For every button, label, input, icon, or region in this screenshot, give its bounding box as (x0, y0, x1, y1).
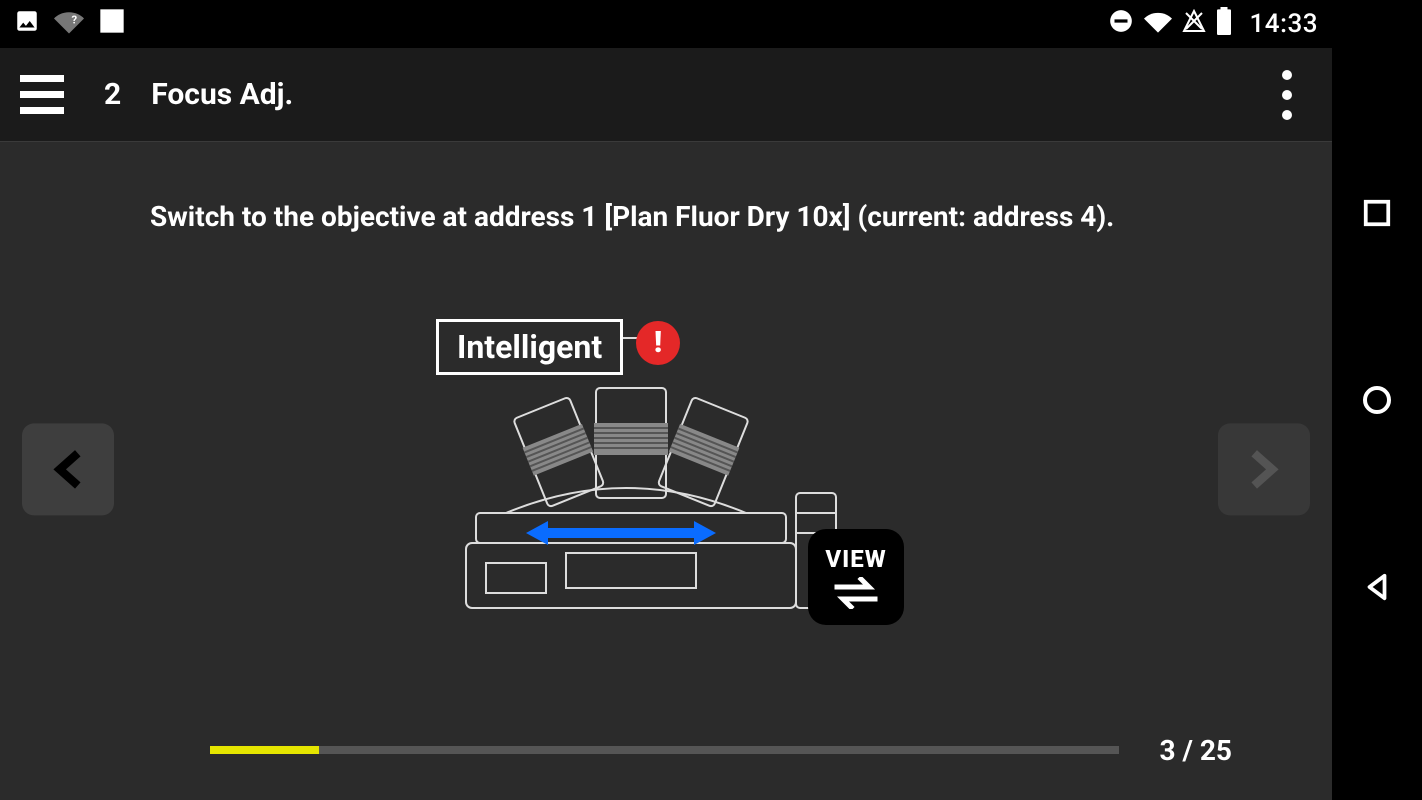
previous-button[interactable] (22, 424, 114, 516)
no-signal-icon (1182, 9, 1206, 39)
page-title: Focus Adj. (151, 77, 293, 112)
app-header: 2 Focus Adj. (0, 48, 1332, 142)
battery-icon (1216, 7, 1232, 41)
overflow-menu-button[interactable] (1262, 60, 1312, 130)
intelligent-label: Intelligent (436, 319, 623, 375)
view-toggle-button[interactable]: VIEW (808, 529, 904, 625)
wifi-icon (1144, 9, 1172, 39)
progress-bar[interactable] (210, 746, 1119, 754)
clock-text: 14:33 (1250, 9, 1318, 39)
back-button[interactable] (1359, 569, 1395, 605)
dnd-icon (1108, 8, 1134, 40)
svg-text:?: ? (72, 14, 78, 27)
menu-button[interactable] (20, 75, 64, 114)
android-nav-bar (1332, 0, 1422, 800)
instruction-text: Switch to the objective at address 1 [Pl… (0, 142, 1332, 256)
page-counter: 3 / 25 (1159, 734, 1272, 767)
microscope-diagram: Intelligent (446, 313, 886, 653)
wifi-question-icon: ? (54, 8, 84, 40)
status-bar: ? 14:33 (0, 0, 1332, 48)
picture-icon (14, 8, 40, 40)
slide-arrow-icon (526, 519, 716, 547)
swap-icon (831, 577, 881, 609)
progress-fill (210, 746, 319, 754)
recent-apps-button[interactable] (1359, 195, 1395, 231)
app-square-icon (98, 7, 126, 41)
alert-icon (636, 321, 680, 365)
step-number: 2 (104, 77, 121, 112)
next-button[interactable] (1218, 424, 1310, 516)
home-button[interactable] (1359, 382, 1395, 418)
view-button-label: VIEW (825, 545, 886, 573)
